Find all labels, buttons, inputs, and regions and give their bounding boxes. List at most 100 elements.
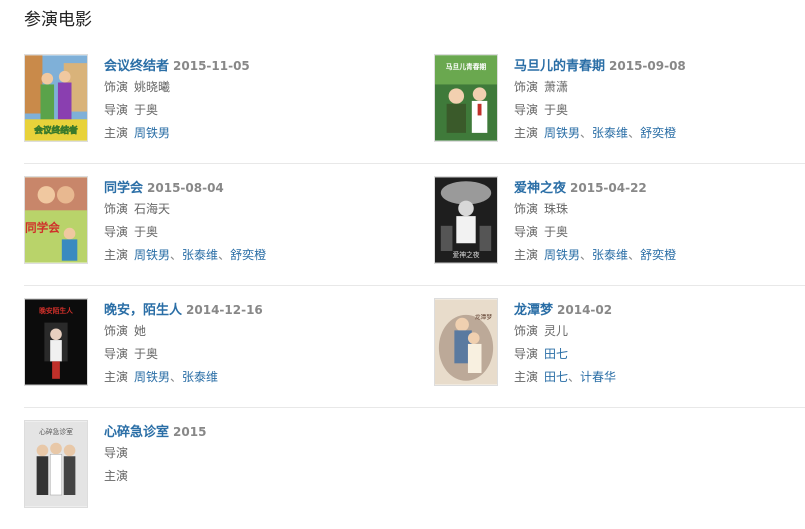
cast-link[interactable]: 计春华 — [580, 370, 616, 384]
cast-link[interactable]: 张泰维 — [182, 370, 218, 384]
director-link[interactable]: 田七 — [544, 347, 568, 361]
role-value: 珠珠 — [544, 202, 569, 216]
cast-label: 主演 — [104, 126, 129, 140]
director-value: 于奥 — [134, 347, 159, 361]
role-label: 饰演 — [514, 80, 539, 94]
director-label: 导演 — [514, 225, 539, 239]
svg-text:同学会: 同学会 — [25, 221, 60, 235]
movie-title-link[interactable]: 马旦儿的青春期 — [514, 59, 605, 74]
movie-title-link[interactable]: 晚安，陌生人 — [104, 303, 182, 318]
movie-title-link[interactable]: 爱神之夜 — [514, 181, 566, 196]
poster-image: 爱神之夜 — [435, 177, 497, 263]
movie-date: 2015-09-08 — [609, 59, 686, 73]
role-value: 石海天 — [134, 202, 171, 216]
movie-poster[interactable]: 心碎急诊室 — [24, 420, 88, 508]
movie-info: 同学会 2015-08-04 饰演 石海天 导演 于奥 主演 周铁男、张泰维、舒奕橙 — [104, 181, 267, 262]
cast-label: 主演 — [514, 126, 539, 140]
director-label: 导演 — [104, 225, 129, 239]
movie-row: 会议终结者 会议终结者 2015-11-05 饰演 姚晓曦 导演 于奥 主演 周铁男 马… — [24, 42, 805, 164]
cast-link[interactable]: 周铁男 — [134, 370, 170, 384]
movie-card: 龙潭梦 龙潭梦 2014-02 饰演 灵儿 导演 田七 主演 田七、计春华 — [434, 298, 804, 388]
director-label: 导演 — [514, 347, 539, 361]
cast-label: 主演 — [104, 469, 129, 483]
cast-link[interactable]: 舒奕橙 — [640, 248, 676, 262]
cast-label: 主演 — [104, 248, 129, 262]
poster-image: 龙潭梦 — [435, 299, 497, 385]
role-label: 饰演 — [104, 202, 129, 216]
movie-poster[interactable]: 爱神之夜 — [434, 176, 498, 264]
movie-title-link[interactable]: 心碎急诊室 — [104, 425, 169, 440]
svg-text:晚安陌生人: 晚安陌生人 — [39, 306, 73, 315]
cast-link[interactable]: 张泰维 — [182, 248, 218, 262]
role-value: 萧潇 — [544, 80, 569, 94]
cast-link[interactable]: 周铁男 — [544, 126, 580, 140]
movie-poster[interactable]: 晚安陌生人 — [24, 298, 88, 386]
cast-label: 主演 — [514, 370, 539, 384]
poster-image: 同学会 — [25, 177, 87, 263]
svg-text:会议终结者: 会议终结者 — [34, 124, 78, 136]
movie-row: 心碎急诊室 心碎急诊室 2015 导演 主演 — [24, 408, 805, 529]
role-label: 饰演 — [104, 324, 129, 338]
director-value: 于奥 — [134, 103, 159, 117]
movie-card: 马旦儿青春期 马旦儿的青春期 2015-09-08 饰演 萧潇 导演 于奥 主演 周铁男… — [434, 54, 804, 144]
movie-card: 心碎急诊室 心碎急诊室 2015 导演 主演 — [24, 420, 394, 510]
director-label: 导演 — [104, 347, 129, 361]
movie-title-link[interactable]: 同学会 — [104, 181, 143, 196]
svg-text:爱神之夜: 爱神之夜 — [452, 250, 479, 259]
movie-info: 会议终结者 2015-11-05 饰演 姚晓曦 导演 于奥 主演 周铁男 — [104, 54, 394, 145]
movie-poster[interactable]: 同学会 — [24, 176, 88, 264]
cast-label: 主演 — [104, 370, 129, 384]
svg-text:马旦儿青春期: 马旦儿青春期 — [446, 62, 487, 71]
section-title: 参演电影 — [24, 10, 92, 30]
director-label: 导演 — [104, 103, 129, 117]
director-value: 于奥 — [134, 225, 159, 239]
cast-link[interactable]: 周铁男 — [544, 248, 580, 262]
cast-link[interactable]: 周铁男 — [134, 126, 170, 140]
poster-image: 心碎急诊室 — [25, 421, 87, 507]
cast-link[interactable]: 张泰维 — [592, 248, 628, 262]
cast-link[interactable]: 舒奕橙 — [640, 126, 676, 140]
movie-info: 龙潭梦 2014-02 饰演 灵儿 导演 田七 主演 田七、计春华 — [514, 303, 617, 384]
movie-date: 2014-02 — [557, 303, 613, 317]
role-label: 饰演 — [514, 202, 539, 216]
movie-card: 同学会 同学会 2015-08-04 饰演 石海天 导演 于奥 主演 周铁男、张泰维、舒… — [24, 176, 394, 266]
cast-link[interactable]: 周铁男 — [134, 248, 170, 262]
movie-info: 心碎急诊室 2015 导演 主演 — [104, 420, 394, 488]
movie-poster[interactable]: 马旦儿青春期 — [434, 54, 498, 142]
svg-text:心碎急诊室: 心碎急诊室 — [39, 427, 73, 436]
movie-info: 晚安，陌生人 2014-12-16 饰演她 导演 于奥 主演 周铁男、张泰维 — [104, 303, 263, 384]
movie-date: 2015-11-05 — [173, 59, 250, 73]
director-label: 导演 — [104, 446, 129, 460]
cast-link[interactable]: 舒奕橙 — [230, 248, 266, 262]
director-label: 导演 — [514, 103, 539, 117]
movie-row: 同学会 同学会 2015-08-04 饰演 石海天 导演 于奥 主演 周铁男、张泰维、舒… — [24, 164, 805, 286]
movie-row: 晚安陌生人 晚安，陌生人 2014-12-16 饰演她 导演 于奥 主演 周铁男、张泰… — [24, 286, 805, 408]
movie-date: 2014-12-16 — [186, 303, 263, 317]
movie-poster[interactable]: 会议终结者 — [24, 54, 88, 142]
movie-card: 会议终结者 会议终结者 2015-11-05 饰演 姚晓曦 导演 于奥 主演 周铁男 — [24, 54, 394, 144]
role-value: 她 — [134, 324, 147, 338]
movie-info: 爱神之夜 2015-04-22 饰演 珠珠 导演 于奥 主演 周铁男、张泰维、舒奕橙 — [514, 181, 677, 262]
poster-image: 马旦儿青春期 — [435, 55, 497, 141]
movie-card: 晚安陌生人 晚安，陌生人 2014-12-16 饰演她 导演 于奥 主演 周铁男、张泰… — [24, 298, 394, 388]
movie-info: 马旦儿的青春期 2015-09-08 饰演 萧潇 导演 于奥 主演 周铁男、张泰维、舒奕… — [514, 59, 686, 140]
role-value: 姚晓曦 — [134, 80, 171, 94]
movie-date: 2015-08-04 — [147, 181, 224, 195]
movie-date: 2015 — [173, 425, 207, 439]
role-label: 饰演 — [104, 80, 129, 94]
movie-title-link[interactable]: 龙潭梦 — [514, 303, 553, 318]
movie-card: 爱神之夜 爱神之夜 2015-04-22 饰演 珠珠 导演 于奥 主演 周铁男、张泰维、… — [434, 176, 804, 266]
director-value: 于奥 — [544, 103, 569, 117]
movie-date: 2015-04-22 — [570, 181, 647, 195]
movie-title-link[interactable]: 会议终结者 — [104, 59, 169, 74]
movie-grid: 会议终结者 会议终结者 2015-11-05 饰演 姚晓曦 导演 于奥 主演 周铁男 马… — [24, 42, 805, 529]
role-value: 灵儿 — [544, 324, 569, 338]
role-label: 饰演 — [514, 324, 539, 338]
svg-text:龙潭梦: 龙潭梦 — [475, 313, 493, 321]
poster-image: 晚安陌生人 — [25, 299, 87, 385]
cast-link[interactable]: 田七 — [544, 370, 568, 384]
cast-link[interactable]: 张泰维 — [592, 126, 628, 140]
director-value: 于奥 — [544, 225, 569, 239]
movie-poster[interactable]: 龙潭梦 — [434, 298, 498, 386]
cast-label: 主演 — [514, 248, 539, 262]
